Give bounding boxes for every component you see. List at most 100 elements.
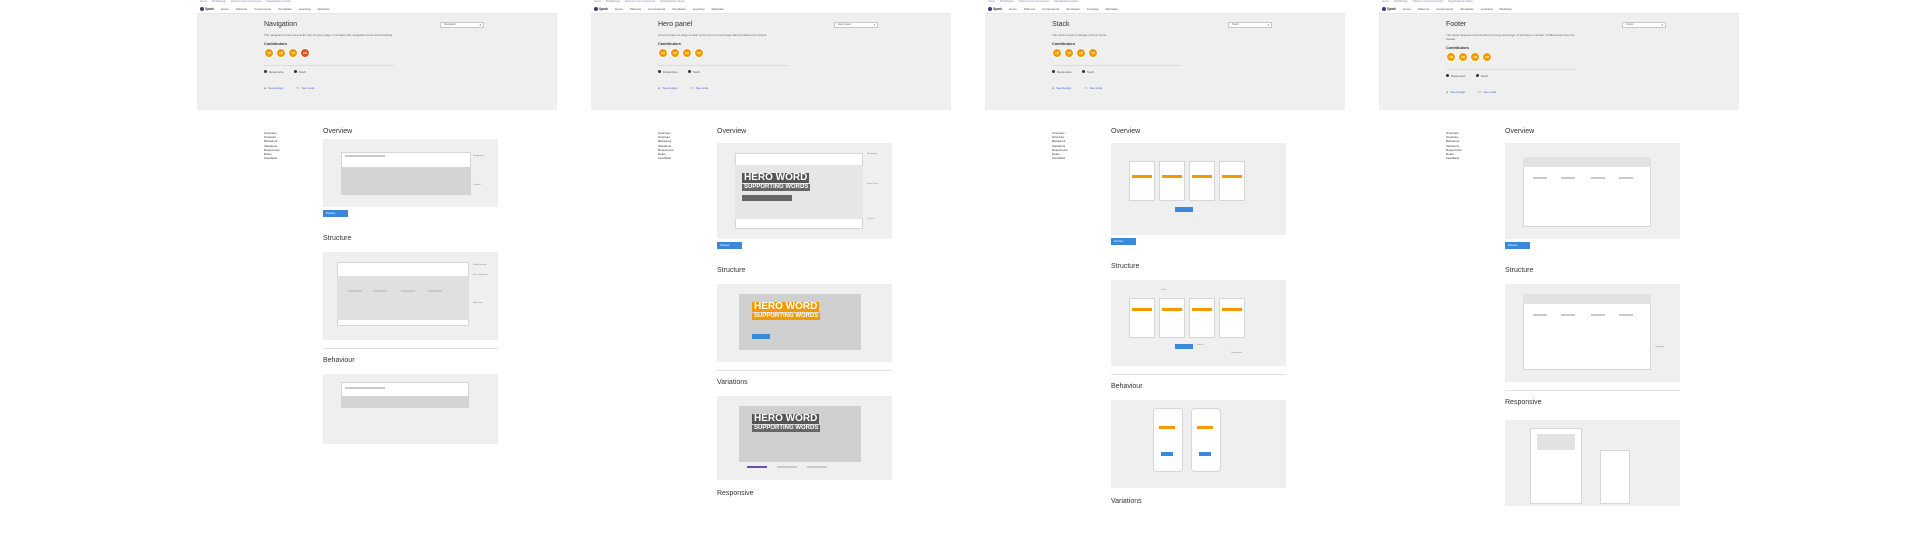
- section-title: Responsive: [717, 490, 754, 497]
- avatar[interactable]: AB: [288, 48, 298, 58]
- toc-item[interactable]: Feedback: [264, 156, 280, 160]
- section-title: Overview: [323, 128, 353, 135]
- avatar[interactable]: AB: [1064, 48, 1074, 58]
- nav-item[interactable]: Learning: [1087, 7, 1099, 11]
- avatar[interactable]: AB: [1076, 48, 1086, 58]
- nav-item[interactable]: Learning: [693, 7, 705, 11]
- code-link[interactable]: </> See code: [295, 86, 314, 90]
- page-description: A hero panel is a large section at the t…: [658, 33, 768, 37]
- avatar[interactable]: AB: [276, 48, 286, 58]
- tag: Responsive: [264, 70, 284, 74]
- design-link[interactable]: ◈ See design: [1446, 90, 1465, 94]
- avatar[interactable]: AB: [264, 48, 274, 58]
- nav-item[interactable]: Components: [254, 7, 271, 11]
- logo[interactable]: Spark: [1382, 7, 1396, 11]
- avatar[interactable]: AB: [1470, 52, 1480, 62]
- code-link[interactable]: </> See code: [1477, 90, 1496, 94]
- nav-item[interactable]: Patterns: [236, 7, 247, 11]
- crumb[interactable]: Web/Design: [1000, 0, 1014, 5]
- avatar[interactable]: AB: [1088, 48, 1098, 58]
- nav-item[interactable]: Home: [615, 7, 623, 11]
- nav-item[interactable]: Components: [648, 7, 665, 11]
- design-link[interactable]: ◈ See design: [658, 86, 677, 90]
- logo[interactable]: Spark: [200, 7, 214, 11]
- annotation: Site navigation: [473, 274, 488, 276]
- preview-button[interactable]: Preview: [717, 242, 742, 249]
- annotation: Description: [1231, 352, 1242, 354]
- design-link[interactable]: ◈ See design: [1052, 86, 1071, 90]
- contributors-list: AB AB AB AB: [1446, 52, 1676, 62]
- avatar[interactable]: AB: [682, 48, 692, 58]
- toc-item[interactable]: Behaviour: [264, 139, 280, 143]
- design-link[interactable]: ◈ See design: [264, 86, 283, 90]
- crumb[interactable]: Home: [594, 0, 601, 5]
- crumb[interactable]: Specifications Library: [1448, 0, 1473, 5]
- toc-item[interactable]: Behaviour: [1446, 139, 1462, 143]
- nav-item[interactable]: Home: [1009, 7, 1017, 11]
- crumb[interactable]: Home: [988, 0, 995, 5]
- top-bar: Home Web/Design Patterns and Components …: [591, 0, 951, 14]
- logo[interactable]: Spark: [594, 7, 608, 11]
- section-title: Variations: [1111, 498, 1142, 505]
- nav-item[interactable]: Websites: [1105, 7, 1117, 11]
- crumb[interactable]: Patterns and Components: [1413, 0, 1443, 5]
- nav-item[interactable]: Learning: [299, 7, 311, 11]
- crumb[interactable]: Home: [1382, 0, 1389, 5]
- toc-item[interactable]: Behaviour: [658, 139, 674, 143]
- nav-item[interactable]: Learning: [1481, 7, 1493, 11]
- toc-item[interactable]: Feedback: [1446, 156, 1462, 160]
- avatar[interactable]: AB: [300, 48, 310, 58]
- nav-item[interactable]: Templates: [1460, 7, 1474, 11]
- crumb[interactable]: Patterns and Components: [231, 0, 261, 5]
- preview-button[interactable]: Preview: [1111, 238, 1136, 245]
- preview-button[interactable]: Preview: [1505, 242, 1530, 249]
- nav-item[interactable]: Home: [221, 7, 229, 11]
- nav-item[interactable]: Patterns: [630, 7, 641, 11]
- crumb[interactable]: Specifications Library: [1054, 0, 1079, 5]
- avatar[interactable]: AB: [1458, 52, 1468, 62]
- code-link-label: See code: [695, 86, 709, 90]
- nav-item[interactable]: Patterns: [1418, 7, 1429, 11]
- avatar[interactable]: AB: [670, 48, 680, 58]
- toc-item[interactable]: Behaviour: [1052, 139, 1068, 143]
- nav-item[interactable]: Templates: [1066, 7, 1080, 11]
- code-link[interactable]: </> See code: [689, 86, 708, 90]
- crumb[interactable]: Specifications Library: [660, 0, 685, 5]
- code-link[interactable]: </> See code: [1083, 86, 1102, 90]
- nav-item[interactable]: Templates: [278, 7, 292, 11]
- design-icon: ◈: [1446, 90, 1449, 94]
- crumb[interactable]: Web/Design: [1394, 0, 1408, 5]
- nav-item[interactable]: Components: [1436, 7, 1453, 11]
- avatar[interactable]: AB: [1052, 48, 1062, 58]
- annotation: Sub-menu: [473, 302, 484, 304]
- toc-item[interactable]: Feedback: [658, 156, 674, 160]
- crumb[interactable]: Web/Design: [606, 0, 620, 5]
- crumb[interactable]: Patterns and Components: [1019, 0, 1049, 5]
- avatar[interactable]: AB: [694, 48, 704, 58]
- logo-icon: [1382, 7, 1386, 11]
- crumb[interactable]: Home: [200, 0, 207, 5]
- crumb[interactable]: Web/Design: [212, 0, 226, 5]
- nav-item[interactable]: Websites: [1499, 7, 1511, 11]
- logo-text: Spark: [599, 7, 608, 11]
- crumb[interactable]: Patterns and Components: [625, 0, 655, 5]
- code-icon: </>: [1477, 90, 1482, 94]
- avatar[interactable]: AB: [1446, 52, 1456, 62]
- design-icon: ◈: [264, 86, 267, 90]
- nav-item[interactable]: Patterns: [1024, 7, 1035, 11]
- preview-button[interactable]: Preview: [323, 210, 348, 217]
- structure-illustration: Copyright: [1505, 284, 1680, 382]
- nav-item[interactable]: Websites: [317, 7, 329, 11]
- nav-item[interactable]: Components: [1042, 7, 1059, 11]
- logo[interactable]: Spark: [988, 7, 1002, 11]
- table-of-contents: Overview Structure Behaviour Variations …: [658, 131, 674, 160]
- toc-item[interactable]: Feedback: [1052, 156, 1068, 160]
- avatar[interactable]: AB: [1482, 52, 1492, 62]
- nav-item[interactable]: Home: [1403, 7, 1411, 11]
- nav-item[interactable]: Websites: [711, 7, 723, 11]
- nav-item[interactable]: Templates: [672, 7, 686, 11]
- page-title: Footer: [1446, 21, 1467, 28]
- avatar[interactable]: AB: [658, 48, 668, 58]
- divider: [717, 370, 892, 371]
- crumb[interactable]: Specifications Library: [266, 0, 291, 5]
